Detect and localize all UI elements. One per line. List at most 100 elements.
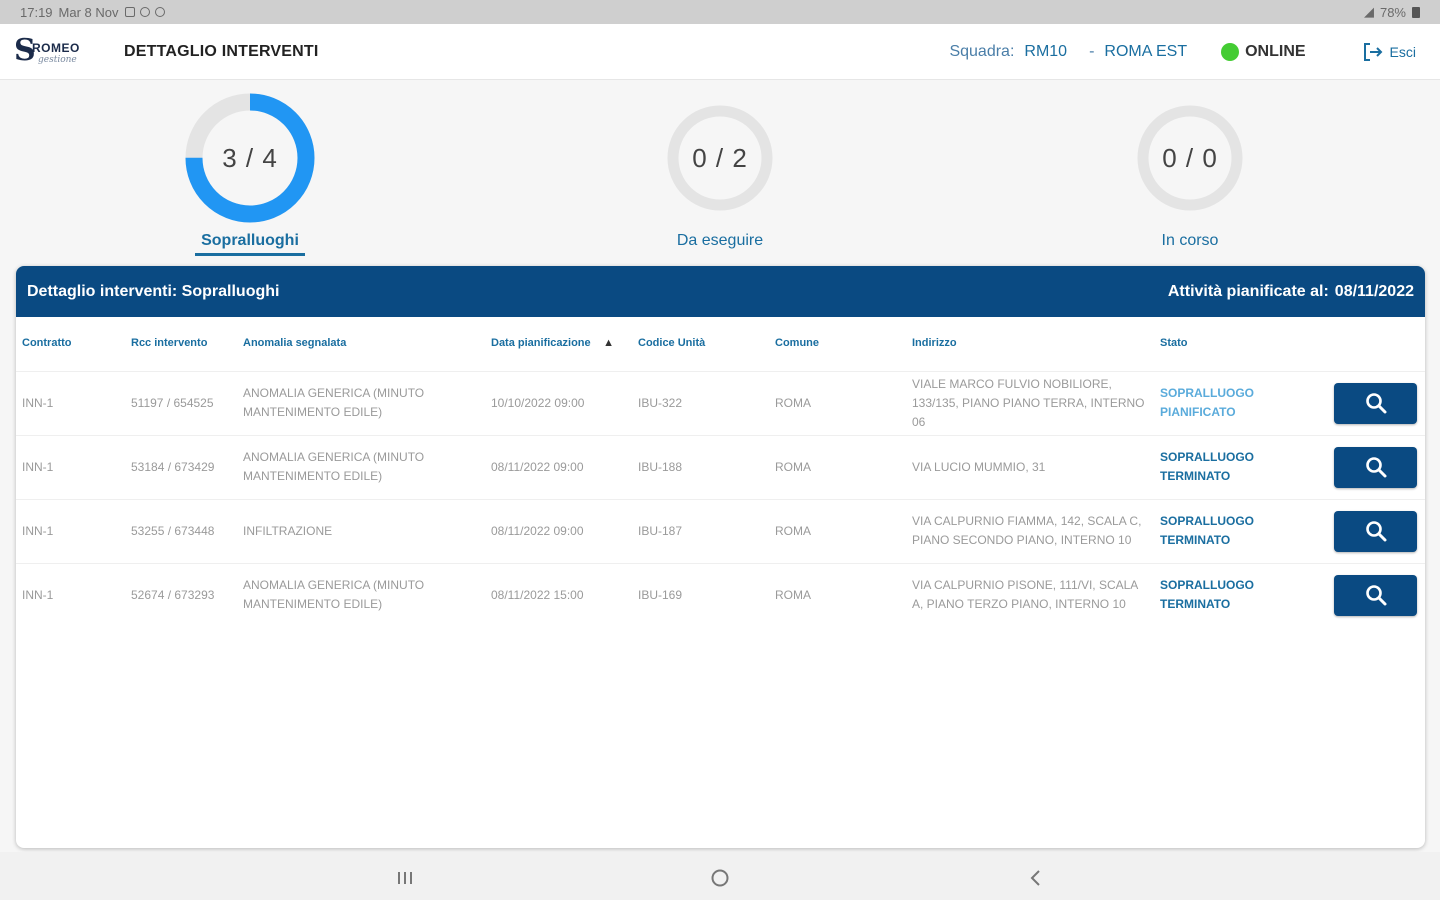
team-area: ROMA EST — [1104, 42, 1188, 60]
system-nav-bar — [0, 852, 1440, 900]
planned-label: Attività pianificate al: — [1167, 282, 1329, 300]
cell-rcc: 53255 / 673448 — [125, 498, 237, 563]
progress-count: 0 / 2 — [692, 142, 748, 173]
app-header: S ROMEO gestione DETTAGLIO INTERVENTI Sq… — [0, 24, 1440, 80]
summary-label: Sopralluoghi — [195, 232, 305, 256]
sort-ascending-icon: ▲ — [603, 337, 614, 350]
cell-contratto: INN-1 — [16, 434, 125, 499]
progress-count: 0 / 0 — [1162, 142, 1218, 173]
planned-date: 08/11/2022 — [1334, 282, 1414, 300]
panel-title: Dettaglio interventi: Sopralluoghi — [27, 282, 280, 300]
cell-anomalia: ANOMALIA GENERICA (MINUTO MANTENIMENTO E… — [237, 434, 485, 499]
status-bar: 17:19 Mar 8 Nov ◢ 78% — [0, 0, 1440, 24]
cell-actions — [1328, 370, 1425, 435]
connection-status-label: ONLINE — [1245, 42, 1306, 60]
cell-anomalia: ANOMALIA GENERICA (MINUTO MANTENIMENTO E… — [237, 370, 485, 435]
calendar-icon — [124, 7, 135, 17]
cell-indirizzo: VIALE MARCO FULVIO NOBILIORE, 133/135, p… — [906, 370, 1154, 435]
interventions-table: Contratto Rcc intervento Anomalia segnal… — [16, 317, 1425, 627]
cell-actions — [1328, 562, 1425, 627]
view-detail-button[interactable] — [1334, 510, 1417, 552]
table-header-row: Contratto Rcc intervento Anomalia segnal… — [16, 317, 1425, 371]
cell-contratto: INN-1 — [16, 370, 125, 435]
column-header-stato[interactable]: Stato — [1154, 317, 1328, 371]
column-header-data[interactable]: ▲ Data pianificazione — [485, 317, 632, 371]
summary-label: Da eseguire — [676, 232, 764, 249]
cell-stato: SOPRALLUOGO TERMINATO — [1154, 434, 1328, 499]
cell-data: 08/11/2022 09:00 — [485, 434, 632, 499]
cell-indirizzo: VIA LUCIO MUMMIO, 31 — [906, 434, 1154, 499]
cell-codice: IBU-322 — [632, 370, 769, 435]
cell-codice: IBU-187 — [632, 498, 769, 563]
team-code: RM10 — [1024, 42, 1068, 60]
column-header-rcc[interactable]: Rcc intervento — [125, 317, 237, 371]
sync-icon — [154, 7, 165, 17]
cell-comune: ROMA — [769, 498, 906, 563]
phone-icon — [139, 7, 150, 17]
connection-status: ONLINE — [1221, 42, 1306, 61]
team-separator: - — [1089, 42, 1095, 60]
cell-indirizzo: VIA CALPURNIO FIAMMA, 142, scala C, pian… — [906, 498, 1154, 563]
view-detail-button[interactable] — [1334, 382, 1417, 424]
recent-apps-button[interactable] — [385, 866, 425, 890]
table-row[interactable]: INN-1 53184 / 673429 ANOMALIA GENERICA (… — [16, 434, 1425, 499]
home-icon — [711, 869, 729, 887]
status-time: 17:19 — [20, 4, 53, 20]
cell-indirizzo: VIA CALPURNIO PISONE, 111/VI, scala A, p… — [906, 562, 1154, 627]
cell-stato: SOPRALLUOGO PIANIFICATO — [1154, 370, 1328, 435]
detail-panel: Dettaglio interventi: Sopralluoghi Attiv… — [16, 266, 1425, 848]
view-detail-button[interactable] — [1334, 574, 1417, 616]
team-label: Squadra: — [949, 42, 1015, 60]
cell-codice: IBU-169 — [632, 562, 769, 627]
cell-anomalia: ANOMALIA GENERICA (MINUTO MANTENIMENTO E… — [237, 562, 485, 627]
home-button[interactable] — [700, 866, 740, 890]
table-row[interactable]: INN-1 53255 / 673448 INFILTRAZIONE 08/11… — [16, 498, 1425, 563]
column-header-anomalia[interactable]: Anomalia segnalata — [237, 317, 485, 371]
cell-rcc: 51197 / 654525 — [125, 370, 237, 435]
progress-count: 3 / 4 — [222, 142, 278, 173]
cell-comune: ROMA — [769, 562, 906, 627]
back-button[interactable] — [1016, 866, 1056, 890]
summary-sopralluoghi[interactable]: 3 / 4 Sopralluoghi — [140, 88, 360, 256]
cell-stato: SOPRALLUOGO TERMINATO — [1154, 498, 1328, 563]
progress-ring: 0 / 2 — [650, 88, 790, 228]
cell-comune: ROMA — [769, 370, 906, 435]
logo: S ROMEO gestione — [14, 33, 106, 70]
column-header-indirizzo[interactable]: Indirizzo — [906, 317, 1154, 371]
cell-data: 08/11/2022 15:00 — [485, 562, 632, 627]
team-info: Squadra: RM10 - ROMA EST — [949, 43, 1187, 61]
cell-codice: IBU-188 — [632, 434, 769, 499]
table-row[interactable]: INN-1 51197 / 654525 ANOMALIA GENERICA (… — [16, 370, 1425, 435]
cell-contratto: INN-1 — [16, 498, 125, 563]
panel-header: Dettaglio interventi: Sopralluoghi Attiv… — [16, 266, 1425, 317]
cell-comune: ROMA — [769, 434, 906, 499]
cell-actions — [1328, 434, 1425, 499]
status-date: Mar 8 Nov — [58, 4, 119, 20]
column-header-codice[interactable]: Codice Unità — [632, 317, 769, 371]
search-icon — [1365, 393, 1386, 414]
cell-rcc: 52674 / 673293 — [125, 562, 237, 627]
cell-data: 08/11/2022 09:00 — [485, 498, 632, 563]
cell-data: 10/10/2022 09:00 — [485, 370, 632, 435]
cell-anomalia: INFILTRAZIONE — [237, 498, 485, 563]
search-icon — [1365, 521, 1386, 542]
cell-actions — [1328, 498, 1425, 563]
logout-button[interactable]: Esci — [1362, 42, 1416, 62]
cell-rcc: 53184 / 673429 — [125, 434, 237, 499]
column-header-contratto[interactable]: Contratto — [16, 317, 125, 371]
column-header-actions — [1328, 317, 1425, 371]
search-icon — [1365, 457, 1386, 478]
summary-in-corso[interactable]: 0 / 0 In corso — [1080, 88, 1300, 253]
summary-da-eseguire[interactable]: 0 / 2 Da eseguire — [610, 88, 830, 253]
cell-contratto: INN-1 — [16, 562, 125, 627]
view-detail-button[interactable] — [1334, 446, 1417, 488]
progress-ring: 0 / 0 — [1120, 88, 1260, 228]
summary-section: 3 / 4 Sopralluoghi 0 / 2 Da eseguire 0 /… — [0, 80, 1440, 266]
table-row[interactable]: INN-1 52674 / 673293 ANOMALIA GENERICA (… — [16, 562, 1425, 627]
logout-icon — [1363, 42, 1382, 61]
summary-label: In corso — [1161, 232, 1219, 249]
battery-level: 78% — [1379, 4, 1406, 20]
page-title: DETTAGLIO INTERVENTI — [124, 42, 319, 60]
column-header-comune[interactable]: Comune — [769, 317, 906, 371]
recent-apps-icon — [398, 872, 412, 884]
